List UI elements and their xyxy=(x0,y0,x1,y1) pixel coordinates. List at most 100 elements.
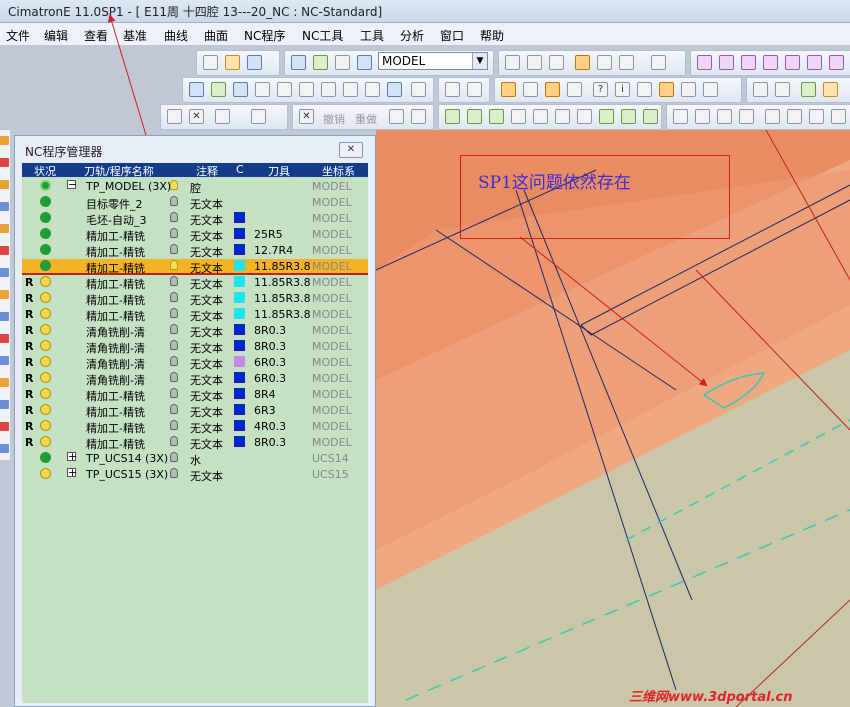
nc-op-icon-16[interactable] xyxy=(787,109,802,124)
select-mode-icon[interactable] xyxy=(215,109,230,124)
nc-op-icon-7[interactable] xyxy=(577,109,592,124)
view-iso-icon[interactable] xyxy=(697,55,712,70)
menu-datum[interactable]: 基准 xyxy=(123,27,147,44)
lightbulb-icon[interactable] xyxy=(170,388,178,398)
side-tool-icon-10[interactable] xyxy=(0,334,9,343)
lightbulb-icon[interactable] xyxy=(170,276,178,286)
table-row[interactable]: R 精加工-精铣 无文本 11.85R3.8 MODEL xyxy=(22,291,368,307)
lightbulb-icon[interactable] xyxy=(170,356,178,366)
close-button[interactable]: ✕ xyxy=(339,142,363,158)
menu-surface[interactable]: 曲面 xyxy=(204,27,228,44)
pick-icon-10[interactable] xyxy=(387,82,402,97)
zoom-window-icon[interactable] xyxy=(505,55,520,70)
side-tool-icon-5[interactable] xyxy=(0,224,9,233)
lightbulb-icon[interactable] xyxy=(170,324,178,334)
lightbulb-icon[interactable] xyxy=(170,452,178,462)
view-left-icon[interactable] xyxy=(763,55,778,70)
table-row[interactable]: 目标零件_2 无文本 MODEL xyxy=(22,195,368,211)
nc-op-icon-11[interactable] xyxy=(673,109,688,124)
render-mode-icon[interactable] xyxy=(651,55,666,70)
pick-icon-4[interactable] xyxy=(255,82,270,97)
pick-icon-5[interactable] xyxy=(277,82,292,97)
shaded-icon[interactable] xyxy=(575,55,590,70)
table-row[interactable]: R 清角铣削-清 无文本 8R0.3 MODEL xyxy=(22,323,368,339)
table-row[interactable]: R 清角铣削-清 无文本 6R0.3 MODEL xyxy=(22,355,368,371)
misc-icon-3[interactable] xyxy=(801,82,816,97)
pick-icon-3[interactable] xyxy=(233,82,248,97)
pick-icon-7[interactable] xyxy=(321,82,336,97)
delete-icon[interactable]: ✕ xyxy=(299,109,314,124)
column-tool[interactable]: 刀具 xyxy=(268,163,290,179)
column-status[interactable]: 状况 xyxy=(34,163,56,179)
column-color[interactable]: C xyxy=(236,163,244,176)
nc-op-icon-3[interactable] xyxy=(489,109,504,124)
misc-icon-2[interactable] xyxy=(775,82,790,97)
nc-part-icon[interactable] xyxy=(291,55,306,70)
table-row[interactable]: R 精加工-精铣 无文本 11.85R3.8 MODEL xyxy=(22,275,368,291)
view-cube-icon[interactable] xyxy=(619,55,634,70)
chevron-down-icon[interactable]: ▼ xyxy=(472,53,487,69)
table-row[interactable]: − TP_MODEL (3X) 腔 MODEL xyxy=(22,179,368,195)
table-row[interactable]: R 清角铣削-清 无文本 6R0.3 MODEL xyxy=(22,371,368,387)
nc-op-icon-1[interactable] xyxy=(445,109,460,124)
display-icon-4[interactable] xyxy=(567,82,582,97)
side-tool-icon-13[interactable] xyxy=(0,400,9,409)
table-row[interactable]: 精加工-精铣 无文本 11.85R3.8 MODEL xyxy=(22,259,368,275)
pick-icon-2[interactable] xyxy=(211,82,226,97)
menu-nc-tools[interactable]: NC工具 xyxy=(302,27,343,44)
nc-op-icon-12[interactable] xyxy=(695,109,710,124)
menu-tools[interactable]: 工具 xyxy=(360,27,384,44)
display-icon-3[interactable] xyxy=(545,82,560,97)
undo-button[interactable]: 撤销 xyxy=(323,111,345,127)
display-icon-5[interactable] xyxy=(637,82,652,97)
table-row[interactable]: R 精加工-精铣 无文本 4R0.3 MODEL xyxy=(22,419,368,435)
select-filter-icon[interactable] xyxy=(251,109,266,124)
view-bottom-icon[interactable] xyxy=(829,55,844,70)
new-file-icon[interactable] xyxy=(203,55,218,70)
save-icon[interactable] xyxy=(247,55,262,70)
menu-view[interactable]: 查看 xyxy=(84,27,108,44)
lightbulb-icon[interactable] xyxy=(170,436,178,446)
wireframe-icon[interactable] xyxy=(597,55,612,70)
side-tool-icon-3[interactable] xyxy=(0,180,9,189)
table-row[interactable]: + TP_UCS14 (3X) 水 UCS14 xyxy=(22,451,368,467)
model-select[interactable]: MODEL ▼ xyxy=(378,52,488,70)
table-row[interactable]: 毛坯-自动_3 无文本 MODEL xyxy=(22,211,368,227)
menu-curve[interactable]: 曲线 xyxy=(164,27,188,44)
menu-analysis[interactable]: 分析 xyxy=(400,27,424,44)
display-icon-6[interactable] xyxy=(659,82,674,97)
display-icon-1[interactable] xyxy=(501,82,516,97)
nc-op-icon-2[interactable] xyxy=(467,109,482,124)
nc-op-icon-13[interactable] xyxy=(717,109,732,124)
side-tool-icon-7[interactable] xyxy=(0,268,9,277)
pick-icon-1[interactable] xyxy=(189,82,204,97)
nc-op-icon-17[interactable] xyxy=(809,109,824,124)
zoom-fit-icon[interactable] xyxy=(527,55,542,70)
misc-icon-4[interactable] xyxy=(823,82,838,97)
view-back-icon[interactable] xyxy=(741,55,756,70)
lightbulb-icon[interactable] xyxy=(170,308,178,318)
lightbulb-icon[interactable] xyxy=(170,260,178,270)
view-right-icon[interactable] xyxy=(785,55,800,70)
lightbulb-icon[interactable] xyxy=(170,244,178,254)
display-icon-7[interactable] xyxy=(681,82,696,97)
misc-icon-1[interactable] xyxy=(753,82,768,97)
view-top-icon[interactable] xyxy=(807,55,822,70)
pick-icon-6[interactable] xyxy=(299,82,314,97)
edit-icon-2[interactable] xyxy=(411,109,426,124)
lightbulb-icon[interactable] xyxy=(170,196,178,206)
nc-stock-icon[interactable] xyxy=(313,55,328,70)
open-folder-icon[interactable] xyxy=(225,55,240,70)
select-box-icon[interactable] xyxy=(167,109,182,124)
lightbulb-icon[interactable] xyxy=(170,404,178,414)
nc-op-icon-14[interactable] xyxy=(739,109,754,124)
lightbulb-icon[interactable] xyxy=(170,228,178,238)
help-icon[interactable]: ? xyxy=(593,82,608,97)
edit-icon-1[interactable] xyxy=(389,109,404,124)
display-icon-2[interactable] xyxy=(523,82,538,97)
menu-nc-program[interactable]: NC程序 xyxy=(244,27,285,44)
side-tool-icon-1[interactable] xyxy=(0,136,9,145)
side-tool-icon-12[interactable] xyxy=(0,378,9,387)
view-front-icon[interactable] xyxy=(719,55,734,70)
filter-icon[interactable] xyxy=(445,82,460,97)
